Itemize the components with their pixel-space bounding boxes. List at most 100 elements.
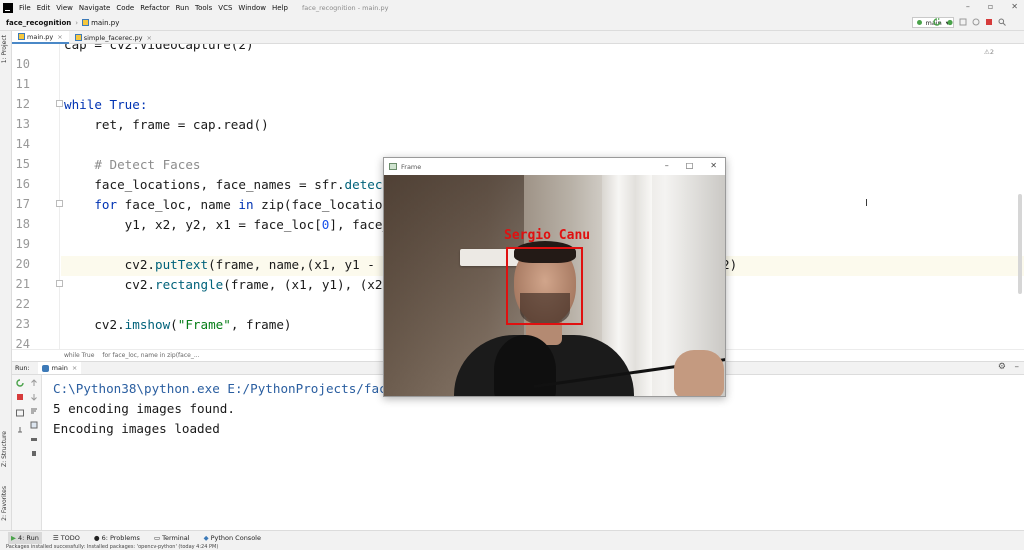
up-arrow-icon[interactable] <box>30 379 38 387</box>
code-line-13: ret, frame = cap.read() <box>64 117 269 132</box>
scroll-to-end-icon[interactable] <box>30 421 38 429</box>
menu-edit[interactable]: Edit <box>37 4 51 12</box>
code-line-21: cv2.rectangle(frame, (x1, y1), (x2, <box>64 277 391 292</box>
tool-tab-todo[interactable]: ☰ TODO <box>50 532 83 544</box>
layout-icon[interactable] <box>16 409 24 417</box>
run-panel-label: Run: <box>15 364 30 372</box>
line-number: 11 <box>15 77 30 91</box>
console-line: 5 encoding images found. <box>53 401 235 416</box>
menu-view[interactable]: View <box>56 4 73 12</box>
menu-navigate[interactable]: Navigate <box>79 4 110 12</box>
terminal-icon: ▭ <box>153 533 161 542</box>
tool-tab-python-console[interactable]: ◆ Python Console <box>201 532 264 544</box>
todo-icon: ☰ <box>52 533 59 542</box>
minimize-icon[interactable]: – <box>966 2 970 11</box>
python-file-icon <box>74 34 82 41</box>
minimize-icon[interactable]: – <box>665 161 669 170</box>
editor-tabs: main.py × simple_facerec.py × <box>12 31 1024 44</box>
line-number: 18 <box>15 217 30 231</box>
menu-window[interactable]: Window <box>238 4 266 12</box>
fold-marker-icon[interactable] <box>56 200 63 207</box>
window-app-icon <box>389 163 397 170</box>
menu-tools[interactable]: Tools <box>195 4 212 12</box>
down-arrow-icon[interactable] <box>30 393 38 401</box>
breadcrumb-for[interactable]: for face_loc, name in zip(face_... <box>102 352 199 359</box>
line-number: 22 <box>15 297 30 311</box>
line-number: 16 <box>15 177 30 191</box>
tab-main-py[interactable]: main.py × <box>12 31 69 44</box>
project-tool-tab[interactable]: 1: Project <box>1 35 8 63</box>
print-icon[interactable] <box>30 435 38 443</box>
run-icon: ▶ <box>11 533 16 542</box>
gear-icon[interactable]: ⚙ <box>998 362 1006 372</box>
bottom-tool-tabs: ▶ 4: Run ☰ TODO ● 6: Problems ▭ Terminal ◆ Py… <box>0 530 1024 544</box>
code-line-15: # Detect Faces <box>64 157 201 172</box>
restore-icon[interactable]: ▫ <box>988 2 993 11</box>
pycharm-logo-icon <box>3 2 13 13</box>
close-icon[interactable]: ✕ <box>1011 2 1018 11</box>
code-line-9: cap = cv2.VideoCapture(2) <box>64 44 254 52</box>
breadcrumb-separator-icon: › <box>75 18 79 27</box>
trash-icon[interactable] <box>30 449 38 457</box>
tab-label: main.py <box>27 32 54 41</box>
window-title: face_recognition - main.py <box>302 3 389 12</box>
structure-tool-tab[interactable]: Z: Structure <box>1 431 8 467</box>
close-tab-icon[interactable]: × <box>72 364 77 372</box>
tool-tab-run[interactable]: ▶ 4: Run <box>8 531 42 544</box>
close-tab-icon[interactable]: × <box>57 33 62 41</box>
pin-icon[interactable] <box>16 427 24 435</box>
line-number: 21 <box>15 277 30 291</box>
run-toolbar <box>933 18 1006 26</box>
maximize-icon[interactable]: □ <box>686 161 694 170</box>
line-number: 23 <box>15 317 30 331</box>
tab-label: simple_facerec.py <box>83 33 143 42</box>
close-tab-icon[interactable]: × <box>146 34 151 42</box>
warning-count-icon[interactable]: ⚠2 <box>984 48 994 56</box>
breadcrumb-file[interactable]: main.py <box>82 19 119 27</box>
profile-icon[interactable] <box>972 18 980 26</box>
menu-refactor[interactable]: Refactor <box>140 4 169 12</box>
line-number: 13 <box>15 117 30 131</box>
menu-file[interactable]: File <box>19 4 31 12</box>
soft-wrap-icon[interactable] <box>30 407 38 415</box>
tool-tab-terminal[interactable]: ▭ Terminal <box>151 532 193 544</box>
run-tab-label: main <box>51 364 68 372</box>
navigation-bar: face_recognition › main.py main ▾ <box>0 15 1024 31</box>
tool-tab-problems[interactable]: ● 6: Problems <box>91 532 143 544</box>
run-tab-main[interactable]: main × <box>37 362 82 374</box>
stop-icon[interactable] <box>16 393 24 401</box>
python-file-icon <box>82 19 90 26</box>
rerun-icon[interactable] <box>933 18 941 26</box>
line-number-gutter: 10 11 12 13 14 15 16 17 18 19 20 21 22 2… <box>12 44 60 349</box>
search-everywhere-icon[interactable] <box>998 18 1006 26</box>
menu-run[interactable]: Run <box>176 4 189 12</box>
code-line-20: cv2.putText(frame, name,(x1, y1 - 1 <box>64 257 390 272</box>
run-console-output[interactable]: C:\Python38\python.exe E:/PythonProjects… <box>42 375 1024 530</box>
face-detection-box <box>506 247 583 325</box>
opencv-frame-window[interactable]: Frame – □ ✕ Sergio Canu <box>383 157 726 397</box>
editor-scrollbar[interactable] <box>1018 194 1022 294</box>
hide-panel-icon[interactable]: – <box>1015 362 1020 372</box>
code-line-12: while True: <box>64 97 148 112</box>
fold-marker-icon[interactable] <box>56 280 63 287</box>
line-number: 19 <box>15 237 30 251</box>
coverage-icon[interactable] <box>959 18 967 26</box>
menu-code[interactable]: Code <box>116 4 134 12</box>
favorites-tool-tab[interactable]: 2: Favorites <box>1 486 8 521</box>
left-tool-strip: 1: Project Z: Structure 2: Favorites <box>0 31 12 530</box>
tab-simple-facerec-py[interactable]: simple_facerec.py × <box>69 31 158 44</box>
line-number: 12 <box>15 97 30 111</box>
breadcrumb-file-label: main.py <box>91 18 120 27</box>
rerun-icon[interactable] <box>16 379 24 387</box>
close-icon[interactable]: ✕ <box>710 161 717 170</box>
menu-vcs[interactable]: VCS <box>218 4 232 12</box>
stop-icon[interactable] <box>985 18 993 26</box>
text-cursor-icon: I <box>865 198 868 209</box>
frame-title-bar[interactable]: Frame – □ ✕ <box>384 158 725 175</box>
webcam-video-feed: Sergio Canu <box>384 175 725 396</box>
debug-icon[interactable] <box>946 18 954 26</box>
menu-help[interactable]: Help <box>272 4 288 12</box>
breadcrumb-project[interactable]: face_recognition <box>6 19 71 27</box>
fold-marker-icon[interactable] <box>56 100 63 107</box>
breadcrumb-while[interactable]: while True <box>64 352 94 359</box>
